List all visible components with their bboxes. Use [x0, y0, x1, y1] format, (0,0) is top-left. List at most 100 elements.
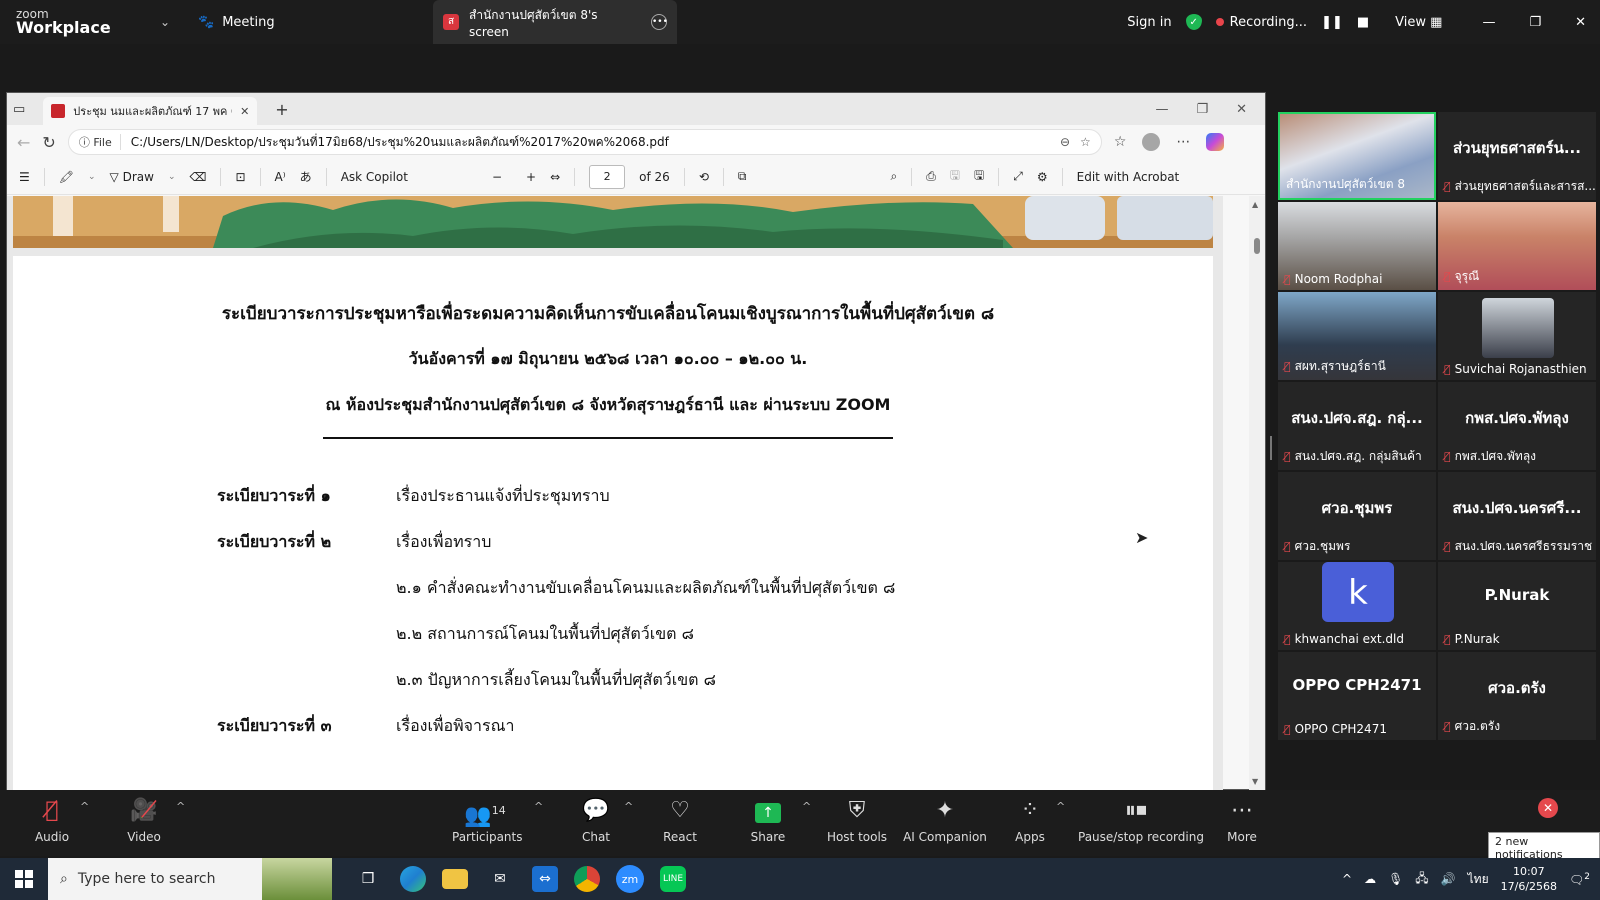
windows-start-button[interactable] — [0, 858, 48, 900]
participant-tile[interactable]: สำนักงานปศุสัตว์เขต 8 — [1278, 112, 1436, 200]
participant-tile[interactable]: กพส.ปศจ.พัทลุง 🎙̸ กพส.ปศจ.พัทลุง — [1438, 382, 1596, 470]
refresh-icon[interactable]: ↻ — [42, 133, 55, 152]
chevron-down-icon[interactable]: ⌄ — [168, 172, 176, 182]
participant-tile[interactable]: ศวอ.ชุมพร 🎙̸ ศวอ.ชุมพร — [1278, 472, 1436, 560]
mail-icon[interactable]: ✉ — [484, 863, 516, 895]
input-language[interactable]: ไทย — [1468, 870, 1489, 889]
find-icon[interactable]: ⌕ — [890, 169, 897, 184]
browser-menu-icon[interactable]: ⋯ — [1176, 134, 1190, 150]
task-view-icon[interactable]: ❒ — [352, 863, 384, 895]
back-icon[interactable]: ← — [17, 133, 30, 152]
pause-stop-recording-button[interactable]: ⏸⏹ Pause/stop recording — [1078, 796, 1204, 844]
sign-in-button[interactable]: Sign in — [1127, 15, 1171, 30]
favorites-icon[interactable]: ☆ — [1114, 134, 1127, 150]
fullscreen-icon[interactable]: ⤢ — [1013, 169, 1023, 184]
highlight-icon[interactable]: 🖍 — [59, 170, 74, 184]
onedrive-icon[interactable]: ☁ — [1364, 872, 1376, 886]
zoom-out-button[interactable]: − — [492, 170, 502, 184]
profile-avatar[interactable] — [1142, 133, 1161, 151]
text-box-icon[interactable]: ⊡ — [235, 170, 245, 184]
more-button[interactable]: ⋯ More — [1222, 796, 1262, 844]
zoom-in-button[interactable]: + — [526, 170, 536, 184]
print-icon[interactable]: ⎙ — [926, 169, 936, 184]
chat-button[interactable]: 💬 Chat — [576, 796, 616, 844]
pdf-viewport[interactable]: ระเบียบวาระการประชุมหารือเพื่อระดมความคิ… — [7, 196, 1223, 790]
notification-center-icon[interactable]: 🗨2 — [1569, 872, 1590, 887]
chat-options-chevron-icon[interactable]: ^ — [624, 800, 633, 813]
restore-icon[interactable]: ❐ — [1529, 15, 1541, 30]
participant-tile[interactable]: สนง.ปศจ.นครศรี... 🎙̸ สนง.ปศจ.นครศรีธรรมรา… — [1438, 472, 1596, 560]
edit-with-acrobat-button[interactable]: Edit with Acrobat — [1077, 170, 1180, 184]
audio-options-chevron-icon[interactable]: ^ — [80, 800, 89, 813]
pause-recording-icon[interactable]: ❚❚ — [1321, 15, 1343, 30]
rotate-icon[interactable]: ⟲ — [699, 170, 709, 184]
participant-tile[interactable]: 🎙̸ Noom Rodphai — [1278, 202, 1436, 290]
chevron-down-icon[interactable]: ⌄ — [88, 172, 96, 182]
mic-icon[interactable]: 🎙 — [1388, 872, 1403, 886]
eraser-icon[interactable]: ⌫ — [189, 170, 206, 184]
save-as-icon[interactable]: 🖫 — [974, 166, 984, 187]
scroll-up-icon[interactable]: ▲ — [1252, 200, 1258, 209]
stop-recording-icon[interactable]: ■ — [1357, 15, 1369, 30]
fit-page-icon[interactable]: ⇔ — [550, 170, 560, 184]
video-options-chevron-icon[interactable]: ^ — [176, 800, 185, 813]
chevron-down-icon[interactable]: ⌄ — [150, 15, 180, 29]
edge-icon[interactable] — [400, 866, 426, 892]
close-icon[interactable]: ✕ — [1575, 15, 1586, 30]
ask-copilot-button[interactable]: Ask Copilot — [341, 170, 408, 184]
tray-chevron-icon[interactable]: ^ — [1342, 872, 1352, 886]
host-tools-button[interactable]: ⛨ Host tools — [824, 796, 890, 844]
zoom-app-icon[interactable]: zm — [616, 865, 644, 893]
address-bar[interactable]: ⓘ File C:/Users/LN/Desktop/ประชุมวันที่1… — [67, 129, 1102, 155]
draw-button[interactable]: ▽ Draw — [110, 170, 154, 184]
read-aloud-icon[interactable]: A⁾ — [275, 170, 286, 184]
view-button[interactable]: View ▦ — [1395, 15, 1442, 30]
favorite-star-icon[interactable]: ☆ — [1080, 135, 1091, 149]
taskbar-search-box[interactable]: ⌕ Type here to search — [48, 858, 332, 900]
audio-button[interactable]: 🎙̸ Audio — [32, 796, 72, 844]
participant-tile[interactable]: OPPO CPH2471 🎙̸ OPPO CPH2471 — [1278, 652, 1436, 740]
browser-minimize-icon[interactable]: — — [1155, 102, 1168, 117]
shared-screen-tab[interactable]: ส สำนักงานปศุสัตว์เขต 8's screen ••• — [433, 0, 677, 44]
minimize-icon[interactable]: — — [1482, 15, 1495, 30]
participants-options-chevron-icon[interactable]: ^ — [534, 800, 543, 813]
browser-tab-pdf[interactable]: ประชุม นมและผลิตภัณฑ์ 17 พค 68.pd ✕ — [43, 97, 258, 125]
settings-gear-icon[interactable]: ⚙ — [1037, 170, 1048, 184]
participant-tile[interactable]: ศวอ.ตรัง 🎙̸ ศวอ.ตรัง — [1438, 652, 1596, 740]
tab-close-icon[interactable]: ✕ — [240, 105, 249, 118]
tab-actions-icon[interactable]: ▭ — [13, 102, 25, 117]
apps-options-chevron-icon[interactable]: ^ — [1056, 800, 1065, 813]
contents-icon[interactable]: ☰ — [19, 170, 30, 184]
participant-tile[interactable]: 🎙̸ สผท.สุราษฎร์ธานี — [1278, 292, 1436, 380]
line-app-icon[interactable]: LINE — [660, 866, 686, 892]
panel-resize-handle[interactable] — [1270, 436, 1272, 460]
page-number-input[interactable]: 2 — [589, 164, 626, 189]
scrollbar-thumb[interactable] — [1254, 238, 1260, 254]
more-options-icon[interactable]: ••• — [651, 14, 668, 30]
chrome-icon[interactable] — [574, 866, 600, 892]
browser-restore-icon[interactable]: ❐ — [1196, 102, 1208, 117]
security-shield-icon[interactable]: ✓ — [1185, 14, 1202, 30]
system-clock[interactable]: 10:07 17/6/2568 — [1501, 864, 1557, 894]
participants-button[interactable]: 👥14 Participants — [452, 796, 523, 844]
participant-tile[interactable]: 🎙̸ Suvichai Rojanasthien — [1438, 292, 1596, 380]
meeting-tab[interactable]: 🐾 Meeting — [198, 15, 428, 30]
notification-close-icon[interactable]: ✕ — [1538, 798, 1558, 818]
file-explorer-icon[interactable] — [442, 869, 468, 889]
participant-tile[interactable]: P.Nurak 🎙̸ P.Nurak — [1438, 562, 1596, 650]
participant-tile[interactable]: สนง.ปศจ.สฎ. กลุ่... 🎙̸ สนง.ปศจ.สฎ. กลุ่มส… — [1278, 382, 1436, 470]
share-options-chevron-icon[interactable]: ^ — [802, 800, 811, 813]
participant-tile[interactable]: ส่วนยุทธศาสตร์น... 🎙̸ ส่วนยุทธศาสตร์และสา… — [1438, 112, 1596, 200]
video-button[interactable]: 🎥̸ Video — [124, 796, 164, 844]
react-button[interactable]: ♡ React — [660, 796, 700, 844]
copilot-icon[interactable] — [1206, 133, 1225, 151]
participant-tile[interactable]: 🎙̸ จุรุณี — [1438, 202, 1596, 290]
zoom-out-icon[interactable]: ⊖ — [1060, 135, 1070, 149]
scroll-down-icon[interactable]: ▼ — [1252, 777, 1258, 786]
network-icon[interactable]: 🖧 — [1415, 869, 1428, 890]
new-tab-icon[interactable]: + — [275, 100, 288, 119]
apps-button[interactable]: ⁘ Apps — [1010, 796, 1050, 844]
share-button[interactable]: ↑ Share — [748, 796, 788, 844]
pdf-scrollbar[interactable]: ▲ ▼ — [1249, 196, 1265, 790]
save-icon[interactable]: 🖫 — [950, 166, 960, 187]
